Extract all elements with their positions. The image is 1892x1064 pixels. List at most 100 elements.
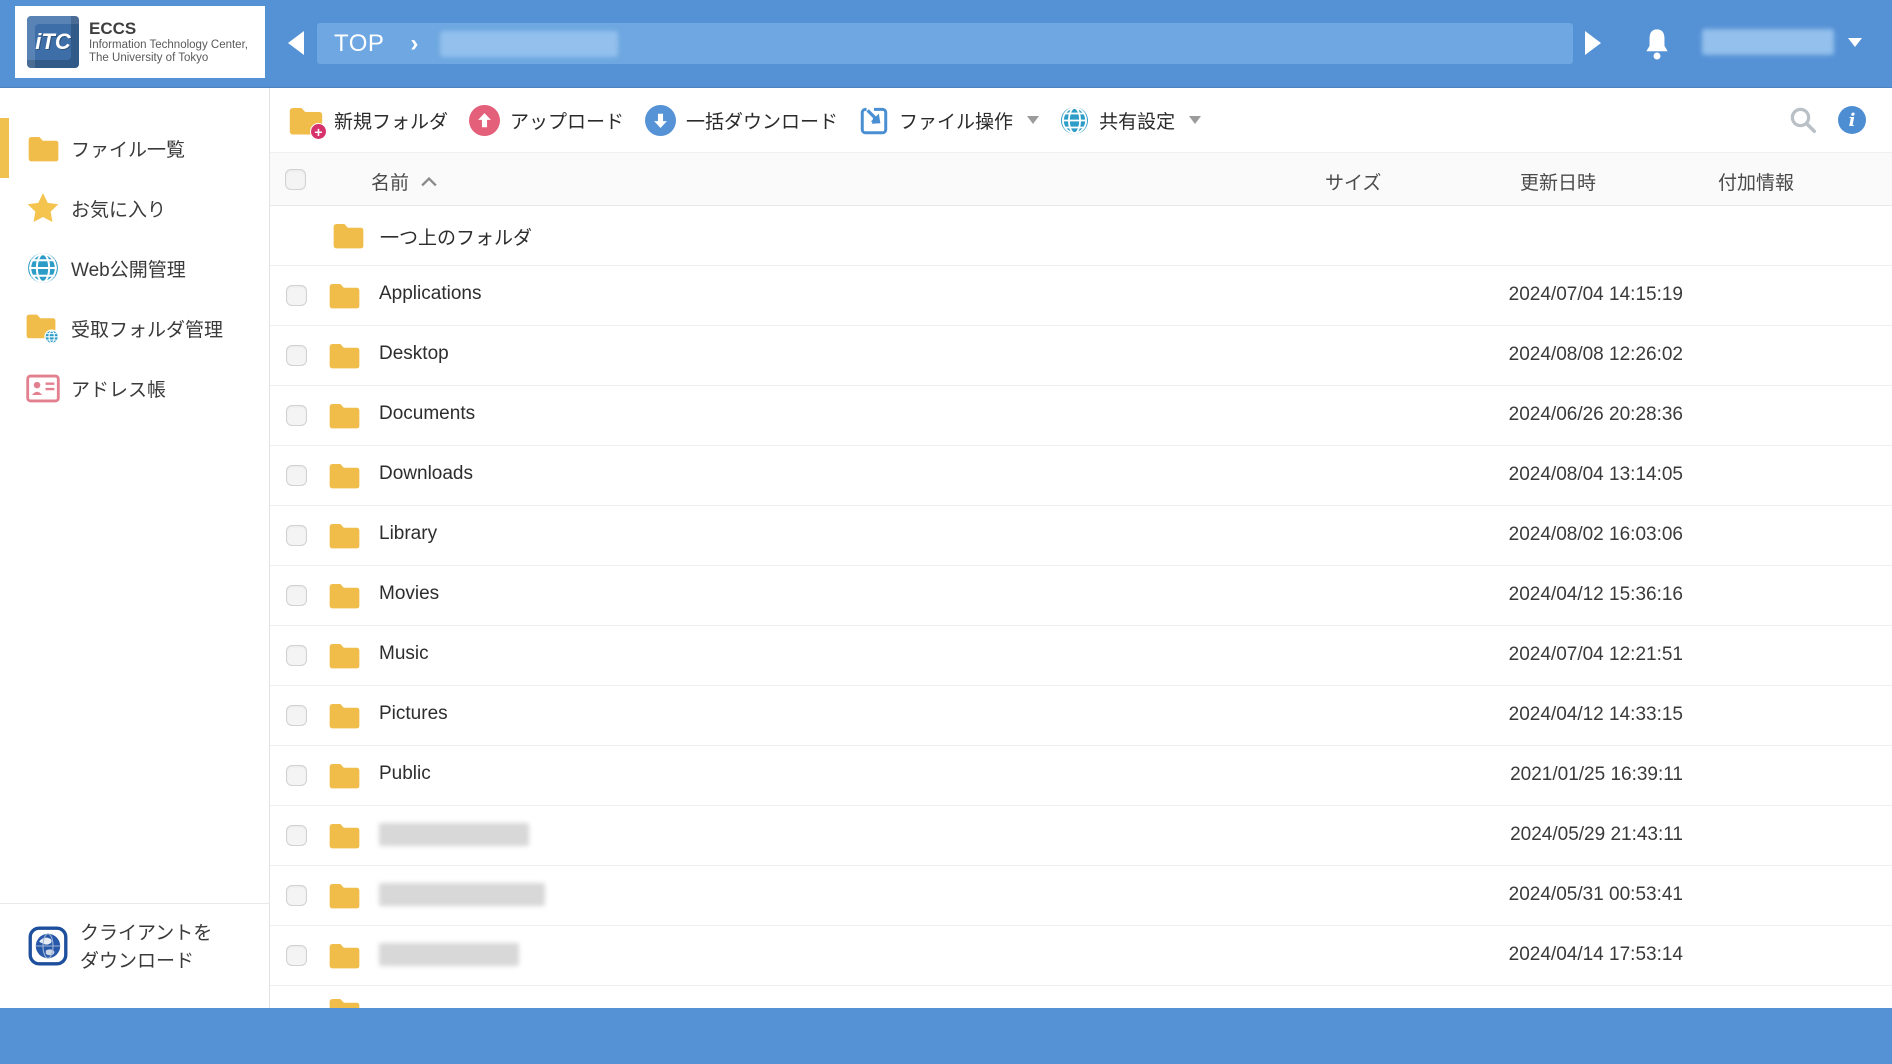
client-download-link[interactable]: クライアントを ダウンロード bbox=[0, 920, 270, 976]
share-settings-button[interactable]: 共有設定 bbox=[1060, 106, 1201, 135]
info-icon[interactable]: i bbox=[1838, 106, 1866, 134]
file-operations-button[interactable]: ファイル操作 bbox=[859, 104, 1039, 136]
folder-icon bbox=[328, 761, 361, 789]
row-checkbox[interactable] bbox=[286, 945, 307, 966]
row-checkbox[interactable] bbox=[286, 345, 307, 366]
username-redacted[interactable] bbox=[1702, 29, 1834, 55]
select-all-checkbox[interactable] bbox=[285, 169, 306, 190]
modified-date: 2024/08/04 13:14:05 bbox=[1509, 464, 1683, 486]
bulk-download-button[interactable]: 一括ダウンロード bbox=[645, 105, 838, 136]
sidebar-item-favorites[interactable]: お気に入り bbox=[0, 178, 269, 238]
address-card-icon bbox=[25, 370, 61, 406]
file-row[interactable]: Desktop2024/08/08 12:26:02 bbox=[270, 326, 1892, 386]
upload-label: アップロード bbox=[510, 107, 624, 134]
modified-date: 2024/04/12 14:33:15 bbox=[1509, 704, 1683, 726]
sidebar-item-label: アドレス帳 bbox=[71, 375, 166, 402]
file-row[interactable]: 2024/05/29 21:43:11 bbox=[270, 806, 1892, 866]
column-header-size[interactable]: サイズ bbox=[1325, 168, 1381, 195]
proself-file-manager: iTC ECCS Information Technology Center, … bbox=[0, 0, 1892, 1064]
plus-badge: + bbox=[310, 123, 327, 140]
modified-date: 2024/07/04 12:21:51 bbox=[1509, 644, 1683, 666]
sidebar-item-web-publish[interactable]: Web公開管理 bbox=[0, 238, 269, 298]
modified-date: 2024/08/02 16:03:06 bbox=[1509, 524, 1683, 546]
file-name: Movies bbox=[379, 583, 439, 605]
folder-icon bbox=[328, 281, 361, 309]
file-name: Public bbox=[379, 763, 431, 785]
file-row[interactable]: Pictures 2024/04/12 14:33:15 bbox=[270, 686, 1892, 746]
file-row[interactable]: Music2024/07/04 12:21:51 bbox=[270, 626, 1892, 686]
modified-date: 2024/05/31 00:53:41 bbox=[1509, 884, 1683, 906]
folder-icon bbox=[328, 581, 361, 609]
row-checkbox[interactable] bbox=[286, 285, 307, 306]
folder-icon bbox=[328, 941, 361, 969]
file-row[interactable]: Movies 2024/04/12 15:36:16 bbox=[270, 566, 1892, 626]
folder-icon bbox=[332, 221, 365, 249]
file-name-redacted bbox=[379, 883, 545, 912]
share-settings-label: 共有設定 bbox=[1099, 107, 1175, 134]
upload-icon bbox=[469, 105, 500, 136]
footer-bar bbox=[0, 1008, 1892, 1064]
row-checkbox[interactable] bbox=[286, 825, 307, 846]
chevron-left-icon[interactable] bbox=[288, 31, 304, 55]
file-row[interactable]: 2024/04/14 17:53:14 bbox=[270, 926, 1892, 986]
sidebar-item-file-list[interactable]: ファイル一覧 bbox=[0, 118, 269, 178]
row-checkbox[interactable] bbox=[286, 765, 307, 786]
file-name: Documents bbox=[379, 403, 475, 425]
breadcrumb-current-redacted[interactable] bbox=[440, 31, 618, 57]
file-name-redacted bbox=[379, 823, 529, 852]
file-name: Pictures bbox=[379, 703, 448, 725]
folder-icon bbox=[328, 341, 361, 369]
sidebar-item-label: お気に入り bbox=[71, 195, 166, 222]
new-folder-button[interactable]: + 新規フォルダ bbox=[288, 105, 448, 135]
modified-date: 2024/04/14 17:53:14 bbox=[1509, 944, 1683, 966]
chevron-up-icon bbox=[421, 177, 437, 187]
client-globe-icon bbox=[28, 926, 68, 966]
file-row[interactable]: Documents 2024/06/26 20:28:36 bbox=[270, 386, 1892, 446]
modified-date: 2024/05/29 21:43:11 bbox=[1510, 824, 1683, 846]
sidebar-nav: ファイル一覧お気に入り Web公開管理受取フォルダ管理アドレス帳 bbox=[0, 118, 269, 418]
file-row[interactable]: 2024/05/31 00:53:41 bbox=[270, 866, 1892, 926]
modified-date: 2024/06/26 20:28:36 bbox=[1509, 404, 1683, 426]
folder-icon bbox=[25, 130, 61, 166]
sidebar-item-address-book[interactable]: アドレス帳 bbox=[0, 358, 269, 418]
column-header-modified[interactable]: 更新日時 bbox=[1520, 168, 1596, 195]
row-checkbox[interactable] bbox=[286, 465, 307, 486]
file-operations-icon bbox=[859, 104, 889, 136]
search-icon[interactable] bbox=[1788, 105, 1818, 135]
globe-icon bbox=[1060, 106, 1089, 135]
up-folder-row[interactable]: 一つ上のフォルダ bbox=[270, 206, 1892, 266]
modified-date: 2024/04/12 15:36:16 bbox=[1509, 584, 1683, 606]
bulk-download-label: 一括ダウンロード bbox=[686, 107, 838, 134]
row-checkbox[interactable] bbox=[286, 705, 307, 726]
folder-icon bbox=[328, 996, 361, 1008]
client-download-line2: ダウンロード bbox=[80, 948, 212, 976]
chevron-down-icon bbox=[1027, 116, 1039, 124]
eccs-logo: iTC ECCS Information Technology Center, … bbox=[15, 6, 265, 78]
breadcrumb: TOP › bbox=[317, 23, 1573, 64]
folder-icon bbox=[328, 401, 361, 429]
folder-icon bbox=[328, 701, 361, 729]
upload-button[interactable]: アップロード bbox=[469, 105, 624, 136]
chevron-right-icon[interactable] bbox=[1585, 31, 1601, 55]
folder-icon bbox=[328, 461, 361, 489]
bell-icon[interactable] bbox=[1641, 26, 1673, 62]
row-checkbox[interactable] bbox=[286, 645, 307, 666]
modified-date: 2024/08/08 12:26:02 bbox=[1509, 344, 1683, 366]
file-name: Downloads bbox=[379, 463, 473, 485]
file-row[interactable]: Public2021/01/25 16:39:11 bbox=[270, 746, 1892, 806]
file-row[interactable]: Downloads 2024/08/04 13:14:05 bbox=[270, 446, 1892, 506]
row-checkbox[interactable] bbox=[286, 405, 307, 426]
file-row[interactable]: Library 2024/08/02 16:03:06 bbox=[270, 506, 1892, 566]
file-name: Library bbox=[379, 523, 437, 545]
file-row[interactable]: Applications2024/07/04 14:15:19 bbox=[270, 266, 1892, 326]
globe-icon bbox=[25, 250, 61, 286]
breadcrumb-root[interactable]: TOP bbox=[334, 30, 384, 58]
column-header-name[interactable]: 名前 bbox=[371, 168, 437, 195]
row-checkbox[interactable] bbox=[286, 585, 307, 606]
sidebar-item-receive-folder[interactable]: 受取フォルダ管理 bbox=[0, 298, 269, 358]
column-header-info[interactable]: 付加情報 bbox=[1718, 168, 1794, 195]
chevron-down-icon[interactable] bbox=[1848, 38, 1862, 47]
row-checkbox[interactable] bbox=[286, 525, 307, 546]
up-folder-label: 一つ上のフォルダ bbox=[380, 223, 532, 250]
row-checkbox[interactable] bbox=[286, 885, 307, 906]
